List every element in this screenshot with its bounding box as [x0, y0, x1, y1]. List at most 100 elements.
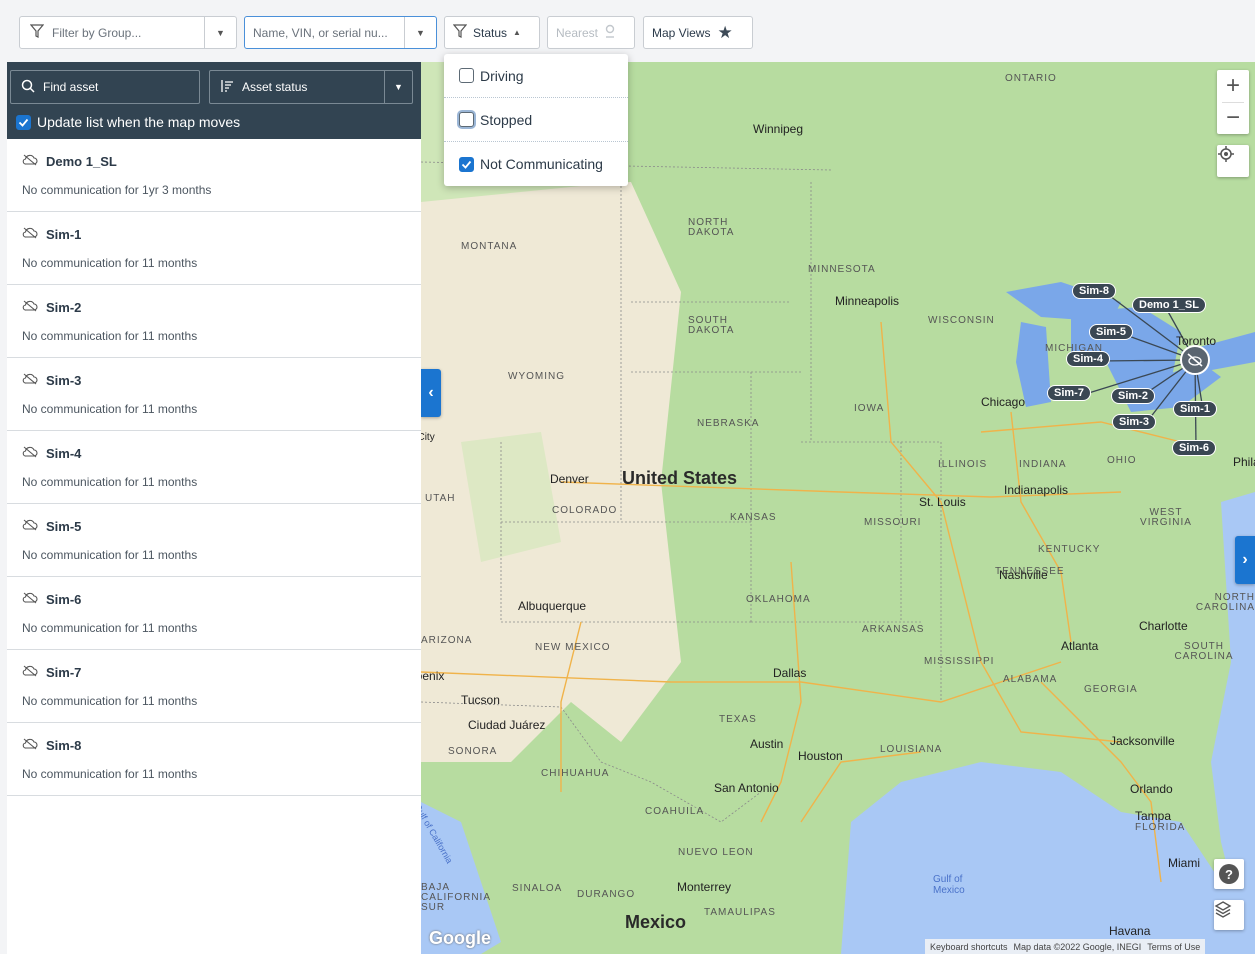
asset-list-item[interactable]: Sim-3 No communication for 11 months [7, 358, 421, 431]
map-label: Tucson [461, 693, 500, 707]
map-label: St. Louis [919, 495, 966, 509]
asset-list-item[interactable]: Sim-4 No communication for 11 months [7, 431, 421, 504]
map-label: Toronto [1176, 334, 1217, 348]
chevron-down-icon[interactable]: ▼ [404, 17, 436, 48]
map-label: Minneapolis [835, 294, 900, 308]
asset-list-item[interactable]: Sim-6 No communication for 11 months [7, 577, 421, 650]
checkbox-unchecked-icon[interactable] [459, 112, 474, 127]
star-icon: ★ [717, 22, 733, 42]
map-views-button[interactable]: Map Views ★ [643, 16, 753, 49]
status-option-not-communicating[interactable]: Not Communicating [444, 142, 628, 186]
map-label: Atlanta [1061, 639, 1099, 653]
group-filter-dropdown[interactable]: Filter by Group... ▼ [19, 16, 237, 49]
map-label: ALABAMA [1003, 674, 1058, 685]
asset-marker[interactable]: Sim-3 [1112, 414, 1156, 430]
map-label: MONTANA [461, 241, 518, 252]
chevron-down-icon[interactable]: ▼ [384, 71, 412, 103]
update-list-checkbox[interactable]: Update list when the map moves [16, 114, 240, 130]
keyboard-shortcuts-link[interactable]: Keyboard shortcuts [930, 942, 1008, 952]
map-label: GEORGIA [1084, 684, 1138, 695]
google-logo[interactable]: Google [429, 928, 491, 949]
map-label: FLORIDA [1135, 822, 1186, 833]
asset-status-text: No communication for 11 months [22, 621, 198, 635]
asset-marker[interactable]: Sim-5 [1089, 324, 1133, 340]
status-option-driving[interactable]: Driving [444, 54, 628, 98]
collapse-sidebar-button[interactable]: ‹ [421, 369, 441, 417]
asset-search-dropdown[interactable]: Name, VIN, or serial nu... ▼ [244, 16, 437, 49]
asset-list-item[interactable]: Sim-7 No communication for 11 months [7, 650, 421, 723]
map-label: INDIANA [1019, 459, 1067, 470]
asset-status-text: No communication for 11 months [22, 475, 198, 489]
asset-marker[interactable]: Sim-6 [1172, 440, 1216, 456]
asset-name: Sim-5 [46, 519, 82, 534]
asset-list-item[interactable]: Sim-5 No communication for 11 months [7, 504, 421, 577]
status-option-label: Driving [480, 67, 524, 84]
asset-marker[interactable]: Sim-4 [1066, 351, 1110, 367]
zoom-out-button[interactable]: − [1226, 103, 1240, 134]
asset-marker[interactable]: Sim-2 [1111, 388, 1155, 404]
map-label: COLORADO [552, 505, 618, 516]
asset-name: Demo 1_SL [46, 154, 117, 169]
map-label: NUEVO LEON [678, 847, 754, 858]
chevron-up-icon: ▲ [513, 28, 521, 37]
asset-name: Sim-2 [46, 300, 82, 315]
map-label: Indianapolis [1004, 483, 1069, 497]
map-label: Jacksonville [1110, 734, 1175, 748]
map-label: Ciudad Juárez [468, 718, 546, 732]
checkbox-checked-icon[interactable] [16, 114, 31, 130]
map-label: ARIZONA [421, 635, 473, 646]
map-label: Phoenix [421, 669, 445, 683]
cloud-off-icon [22, 446, 38, 461]
cloud-off-icon [22, 592, 38, 607]
asset-status-text: No communication for 11 months [22, 256, 198, 270]
map-label: BAJA CALIFORNIA SUR [421, 882, 491, 913]
map-label: UTAH [425, 493, 456, 504]
chevron-down-icon[interactable]: ▼ [204, 17, 236, 48]
status-option-stopped[interactable]: Stopped [444, 98, 628, 142]
asset-list-item[interactable]: Sim-1 No communication for 11 months [7, 212, 421, 285]
nearest-label: Nearest [556, 25, 599, 40]
map-label: ILLINOIS [938, 459, 988, 470]
checkbox-checked-icon[interactable] [459, 156, 474, 172]
status-filter-button[interactable]: Status ▲ [444, 16, 540, 49]
asset-status-text: No communication for 11 months [22, 694, 198, 708]
map-label: LOUISIANA [880, 744, 943, 755]
map-label: OHIO [1107, 455, 1137, 466]
chevron-right-icon: › [1242, 551, 1248, 568]
find-asset-input[interactable]: Find asset [10, 70, 200, 104]
expand-panel-button[interactable]: › [1235, 536, 1255, 584]
map-canvas[interactable]: ONTARIO NORTH DAKOTA MONTANA MINNESOTA W… [421, 62, 1255, 954]
country-label: Mexico [625, 912, 687, 932]
map-label: Austin [750, 737, 784, 751]
map-data-text: Map data ©2022 Google, INEGI [1013, 941, 1142, 952]
asset-status-text: No communication for 11 months [22, 767, 198, 781]
my-location-button[interactable] [1217, 145, 1249, 177]
checkbox-unchecked-icon[interactable] [459, 68, 474, 83]
cloud-off-icon [22, 373, 38, 388]
asset-marker[interactable]: Demo 1_SL [1132, 297, 1206, 313]
asset-marker[interactable]: Sim-8 [1072, 283, 1116, 299]
map-label: KENTUCKY [1038, 544, 1101, 555]
cloud-off-icon [22, 154, 38, 169]
asset-list-item[interactable]: Sim-2 No communication for 11 months [7, 285, 421, 358]
asset-list-item[interactable]: Demo 1_SL No communication for 1yr 3 mon… [7, 139, 421, 212]
map-label: NEBRASKA [697, 418, 760, 429]
sidebar-header: Find asset Asset status ▼ Update list wh… [7, 62, 421, 139]
map-label: KANSAS [730, 512, 777, 523]
cloud-off-icon [22, 519, 38, 534]
cloud-off-icon [22, 227, 38, 242]
asset-status-sort-dropdown[interactable]: Asset status ▼ [209, 70, 413, 104]
zoom-in-button[interactable]: + [1226, 71, 1240, 102]
map-label: COAHUILA [645, 806, 705, 817]
cloud-off-icon [22, 300, 38, 315]
filter-icon [452, 24, 468, 41]
asset-marker[interactable]: Sim-1 [1173, 401, 1217, 417]
asset-marker[interactable]: Sim-7 [1047, 385, 1091, 401]
terms-of-use-link[interactable]: Terms of Use [1147, 942, 1200, 952]
asset-list-item[interactable]: Sim-8 No communication for 11 months [7, 723, 421, 796]
nearest-button[interactable]: Nearest [547, 16, 635, 49]
help-button[interactable]: ? [1214, 859, 1244, 889]
map-layers-button[interactable] [1214, 900, 1244, 930]
map-label: OKLAHOMA [746, 594, 811, 605]
map-label: San Antonio [714, 781, 779, 795]
